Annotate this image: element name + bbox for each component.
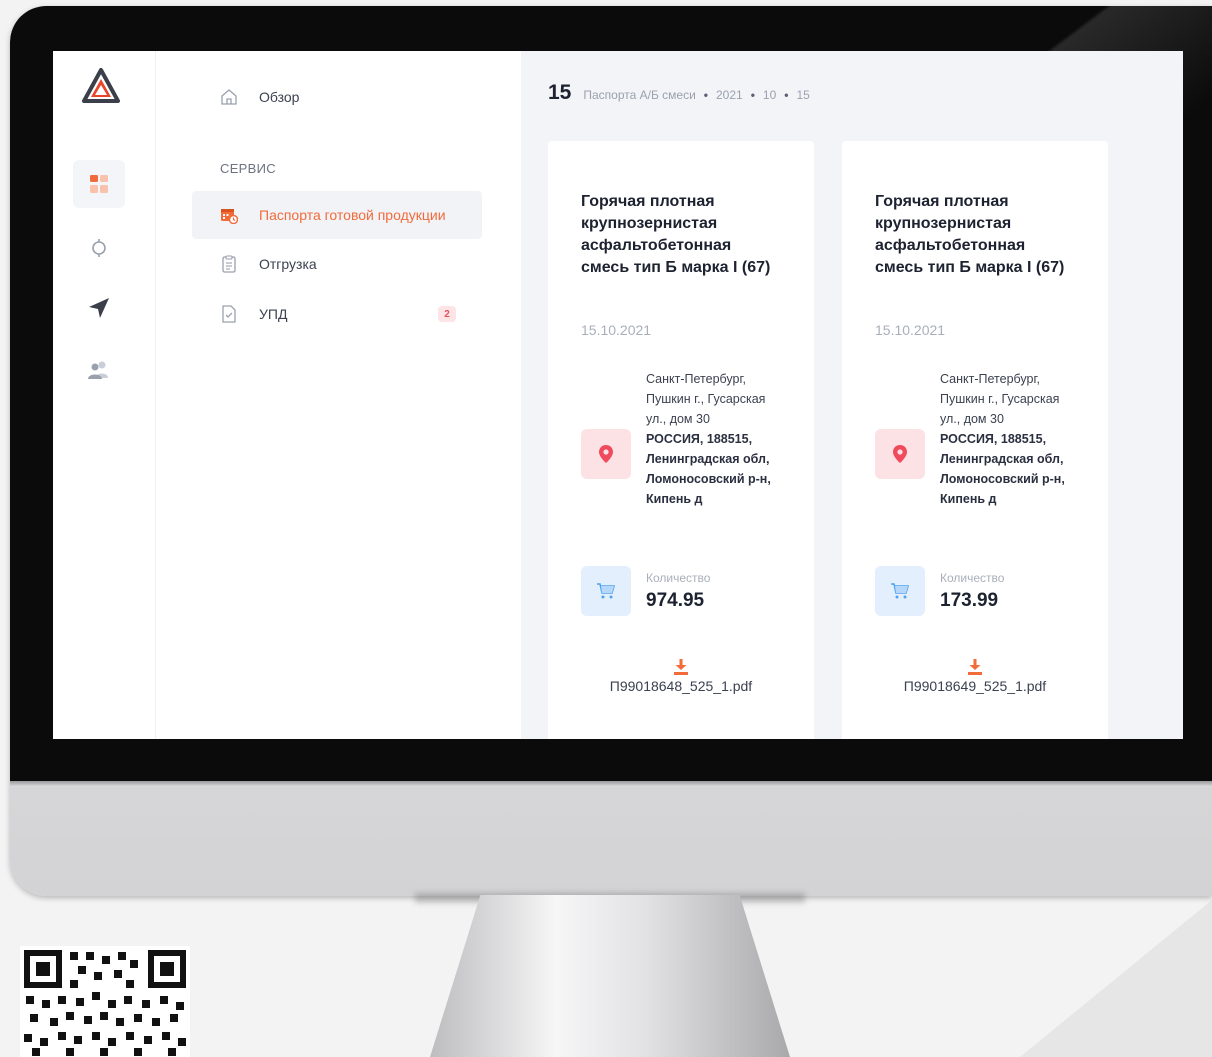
quantity-label: Количество [940, 571, 1005, 585]
passport-count: 15 [548, 81, 572, 104]
sidebar-item-label: УПД [259, 306, 288, 322]
card-date: 15.10.2021 [581, 322, 652, 338]
sidebar-item-label: Отгрузка [259, 256, 317, 272]
sidebar-item-overview[interactable]: Обзор [192, 73, 482, 121]
breadcrumb-separator: • [750, 88, 755, 102]
breadcrumb-separator: • [784, 88, 789, 102]
card-date: 15.10.2021 [875, 322, 946, 338]
icon-rail [53, 51, 156, 739]
quantity-value: 173.99 [940, 590, 999, 611]
logo-icon[interactable] [81, 67, 121, 107]
location-pin-icon [581, 429, 631, 479]
monitor-stand [430, 895, 790, 1057]
quantity-value: 974.95 [646, 590, 705, 611]
address-line-1: Санкт-Петербург, Пушкин г., Гусарская ул… [940, 372, 1060, 426]
sidebar-section-label: СЕРВИС [220, 161, 276, 176]
monitor-chin-edge [10, 781, 1212, 787]
main-content: 15 Паспорта А/Б смеси • 2021 • 10 • 15 Г… [521, 51, 1183, 739]
card-address: Санкт-Петербург, Пушкин г., Гусарская ул… [646, 369, 781, 509]
pdf-file-link[interactable]: П99018648_525_1.pdf [548, 678, 814, 694]
qr-code-icon [20, 946, 190, 1057]
breadcrumb-separator: • [703, 88, 708, 102]
card-address: Санкт-Петербург, Пушкин г., Гусарская ул… [940, 369, 1075, 509]
document-check-icon [219, 304, 239, 324]
download-icon[interactable] [548, 659, 814, 675]
breadcrumb-section[interactable]: Паспорта А/Б смеси [583, 88, 695, 102]
passport-card[interactable]: Горячая плотная крупнозернистая асфальто… [842, 141, 1108, 739]
sidebar-item-upd[interactable]: УПД 2 [192, 290, 482, 338]
breadcrumb-day[interactable]: 15 [796, 88, 809, 102]
upd-count-badge: 2 [438, 306, 456, 322]
clipboard-icon [219, 254, 239, 274]
users-icon[interactable] [73, 346, 125, 394]
card-title: Горячая плотная крупнозернистая асфальто… [581, 193, 771, 276]
home-icon [219, 87, 239, 107]
sidebar: Обзор СЕРВИС Паспорта готовой продукции [156, 51, 520, 739]
sidebar-item-label: Паспорта готовой продукции [259, 207, 446, 223]
sidebar-item-label: Обзор [259, 89, 300, 105]
location-pin-icon [875, 429, 925, 479]
sidebar-item-product-passports[interactable]: Паспорта готовой продукции [192, 191, 482, 239]
cart-icon [875, 566, 925, 616]
breadcrumb-month[interactable]: 10 [763, 88, 776, 102]
address-line-2: РОССИЯ, 188515, Ленинградская обл, Ломон… [940, 432, 1065, 506]
passport-card[interactable]: Горячая плотная крупнозернистая асфальто… [548, 141, 814, 739]
dashboard-icon[interactable] [73, 160, 125, 208]
address-line-2: РОССИЯ, 188515, Ленинградская обл, Ломон… [646, 432, 771, 506]
sidebar-item-shipment[interactable]: Отгрузка [192, 240, 482, 288]
calendar-clock-icon [219, 205, 239, 225]
app-screen: Обзор СЕРВИС Паспорта готовой продукции [53, 51, 1183, 739]
quantity-label: Количество [646, 571, 711, 585]
breadcrumb-year[interactable]: 2021 [716, 88, 743, 102]
card-title: Горячая плотная крупнозернистая асфальто… [875, 193, 1065, 276]
breadcrumb: 15 Паспорта А/Б смеси • 2021 • 10 • 15 [548, 81, 810, 105]
send-icon[interactable] [73, 284, 125, 332]
download-icon[interactable] [842, 659, 1108, 675]
cart-icon [581, 566, 631, 616]
pdf-file-link[interactable]: П99018649_525_1.pdf [842, 678, 1108, 694]
target-icon[interactable] [73, 224, 125, 272]
address-line-1: Санкт-Петербург, Пушкин г., Гусарская ул… [646, 372, 766, 426]
